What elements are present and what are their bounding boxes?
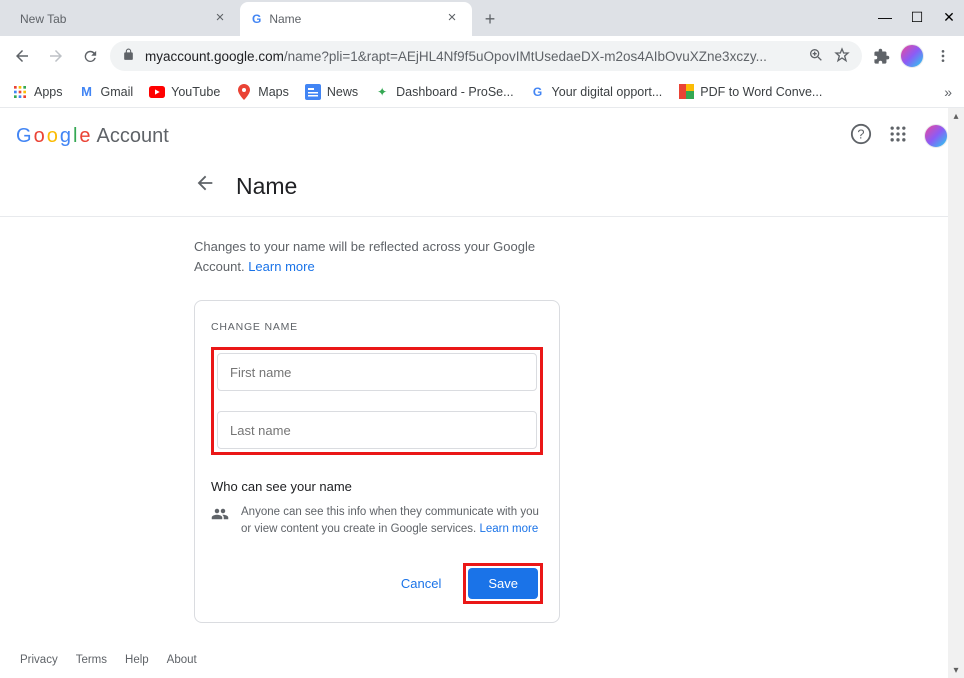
lock-icon	[122, 48, 135, 64]
maps-pin-icon	[236, 84, 252, 100]
google-g-icon: G	[530, 84, 546, 100]
bookmark-dashboard[interactable]: ✦ Dashboard - ProSe...	[374, 84, 513, 100]
pdf-icon	[678, 84, 694, 100]
news-icon	[305, 84, 321, 100]
tab-name[interactable]: G Name ×	[240, 2, 472, 36]
url-text: myaccount.google.com/name?pli=1&rapt=AEj…	[145, 49, 798, 64]
back-arrow-icon[interactable]	[194, 172, 216, 200]
scroll-thumb[interactable]	[950, 124, 962, 662]
back-button[interactable]	[8, 42, 36, 70]
bookmark-maps[interactable]: Maps	[236, 84, 289, 100]
reload-button[interactable]	[76, 42, 104, 70]
maximize-icon[interactable]: ☐	[910, 9, 924, 23]
bookmark-digital-opport[interactable]: G Your digital opport...	[530, 84, 663, 100]
people-icon	[211, 504, 229, 539]
gmail-icon: M	[79, 84, 95, 100]
profile-avatar[interactable]	[900, 44, 924, 68]
description-text: Changes to your name will be reflected a…	[0, 217, 560, 284]
tab-title: Name	[269, 12, 436, 26]
change-name-card: CHANGE NAME Who can see your name Anyone…	[194, 300, 560, 623]
who-can-see-text: Anyone can see this info when they commu…	[241, 504, 543, 539]
footer-privacy[interactable]: Privacy	[20, 654, 58, 666]
star-bookmark-icon[interactable]	[834, 47, 850, 66]
footer-links: Privacy Terms Help About	[20, 654, 197, 666]
account-avatar[interactable]	[924, 124, 948, 148]
help-icon[interactable]: ?	[850, 123, 872, 150]
leaf-icon: ✦	[374, 84, 390, 100]
browser-chrome: New Tab × G Name × + — ☐ ✕ myaccount.	[0, 0, 964, 108]
close-window-icon[interactable]: ✕	[942, 9, 956, 23]
scrollbar[interactable]: ▴ ▾	[948, 108, 964, 678]
bookmark-apps[interactable]: Apps	[12, 84, 63, 100]
new-tab-button[interactable]: +	[476, 5, 504, 33]
footer-terms[interactable]: Terms	[76, 654, 107, 666]
last-name-input[interactable]	[217, 411, 537, 449]
page-title: Name	[236, 173, 297, 200]
scroll-up-icon[interactable]: ▴	[948, 108, 964, 124]
learn-more-link[interactable]: Learn more	[248, 259, 314, 274]
bookmark-pdf-word[interactable]: PDF to Word Conve...	[678, 84, 822, 100]
forward-button[interactable]	[42, 42, 70, 70]
card-label: CHANGE NAME	[211, 321, 543, 333]
bookmark-news[interactable]: News	[305, 84, 358, 100]
app-bar: Google Account ?	[0, 108, 964, 164]
who-can-see-title: Who can see your name	[211, 479, 543, 494]
save-button-highlight: Save	[463, 563, 543, 604]
save-button[interactable]: Save	[468, 568, 538, 599]
extensions-icon[interactable]	[868, 43, 894, 69]
who-learn-more-link[interactable]: Learn more	[479, 523, 538, 535]
cancel-button[interactable]: Cancel	[391, 568, 451, 599]
scroll-down-icon[interactable]: ▾	[948, 662, 964, 678]
footer-about[interactable]: About	[167, 654, 197, 666]
page-content: Google Account ? Name Changes to your na…	[0, 108, 964, 678]
tab-title: New Tab	[20, 12, 204, 26]
bookmark-youtube[interactable]: YouTube	[149, 84, 220, 100]
google-favicon: G	[252, 12, 261, 26]
name-inputs-highlight	[211, 347, 543, 455]
svg-text:?: ?	[857, 126, 864, 141]
minimize-icon[interactable]: —	[878, 9, 892, 23]
apps-grid-icon	[12, 84, 28, 100]
first-name-input[interactable]	[217, 353, 537, 391]
youtube-icon	[149, 84, 165, 100]
bookmarks-overflow-icon[interactable]: »	[944, 84, 952, 100]
apps-grid-icon[interactable]	[888, 124, 908, 149]
address-bar[interactable]: myaccount.google.com/name?pli=1&rapt=AEj…	[110, 41, 862, 71]
menu-icon[interactable]	[930, 43, 956, 69]
bookmarks-bar: Apps M Gmail YouTube Maps News ✦ Dashboa…	[0, 76, 964, 108]
close-tab-icon[interactable]: ×	[212, 11, 228, 27]
footer-help[interactable]: Help	[125, 654, 149, 666]
close-tab-icon[interactable]: ×	[444, 11, 460, 27]
zoom-icon[interactable]	[808, 47, 824, 66]
tab-new-tab[interactable]: New Tab ×	[8, 2, 240, 36]
bookmark-gmail[interactable]: M Gmail	[79, 84, 134, 100]
google-account-logo[interactable]: Google Account	[16, 125, 169, 148]
